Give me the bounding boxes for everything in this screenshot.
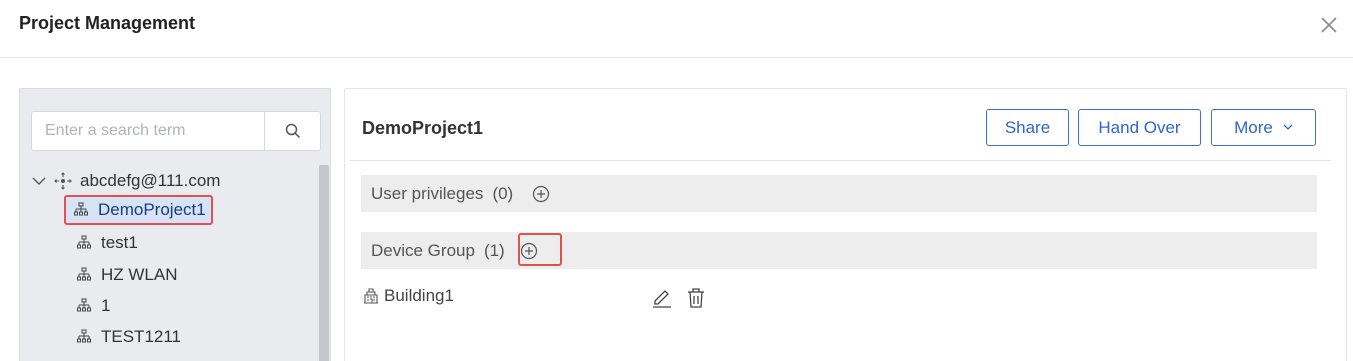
dialog-title: Project Management	[19, 13, 196, 33]
device-group-item: Building1	[362, 284, 454, 308]
user-privileges-count: (0)	[492, 183, 514, 203]
device-name[interactable]: Building1	[384, 286, 454, 306]
device-group-label: Device Group	[371, 240, 475, 260]
divider	[349, 160, 1331, 161]
tree-item-hz-wlan[interactable]: HZ WLAN	[75, 261, 178, 289]
dialog-header: Project Management	[0, 0, 1353, 58]
building-icon	[362, 287, 380, 305]
add-device-group-highlight	[518, 233, 562, 266]
project-icon	[72, 201, 90, 219]
delete-icon[interactable]	[686, 287, 706, 309]
tree-item-1[interactable]: 1	[75, 292, 110, 320]
tree-item-demoproject1[interactable]: DemoProject1	[64, 195, 213, 225]
project-title: DemoProject1	[362, 118, 484, 138]
close-icon[interactable]	[1318, 14, 1340, 36]
more-label: More	[1234, 117, 1273, 137]
tree-item-label: test1	[101, 233, 138, 252]
user-privileges-section: User privileges (0)	[361, 175, 1317, 212]
search-icon	[285, 123, 300, 139]
project-icon	[75, 266, 93, 284]
chevron-down-icon	[1283, 124, 1293, 131]
project-icon	[75, 297, 93, 315]
chevron-down-icon[interactable]	[32, 176, 46, 186]
project-tree-panel: abcdefg@111.com DemoProject1 test1 HZ WL…	[19, 88, 331, 361]
tree-item-test1211[interactable]: TEST1211	[75, 323, 181, 351]
tree-root-label: abcdefg@111.com	[80, 171, 221, 190]
share-button[interactable]: Share	[986, 109, 1069, 146]
project-icon	[75, 234, 93, 252]
tree-item-test1[interactable]: test1	[75, 229, 138, 257]
tree-item-label: TEST1211	[101, 327, 182, 346]
tree-root-node[interactable]: abcdefg@111.com	[32, 167, 220, 195]
project-icon	[75, 328, 93, 346]
device-group-section: Device Group (1)	[361, 232, 1317, 269]
search-input[interactable]	[32, 112, 264, 150]
search-button[interactable]	[264, 112, 320, 150]
add-user-privilege-icon[interactable]	[531, 184, 551, 204]
hand-over-button[interactable]: Hand Over	[1078, 109, 1201, 146]
device-group-count: (1)	[483, 240, 505, 260]
user-privileges-label: User privileges	[371, 183, 484, 203]
tree-item-label: DemoProject1	[98, 200, 206, 219]
tree-item-label: HZ WLAN	[101, 265, 178, 284]
tenant-icon	[54, 172, 72, 190]
tree-item-label: 1	[101, 296, 111, 315]
tree-scrollbar[interactable]	[319, 165, 329, 361]
more-dropdown-button[interactable]: More	[1211, 109, 1316, 146]
search-box	[31, 111, 321, 151]
project-detail-panel: DemoProject1 Share Hand Over More User p…	[344, 88, 1347, 361]
edit-icon[interactable]	[651, 286, 673, 308]
